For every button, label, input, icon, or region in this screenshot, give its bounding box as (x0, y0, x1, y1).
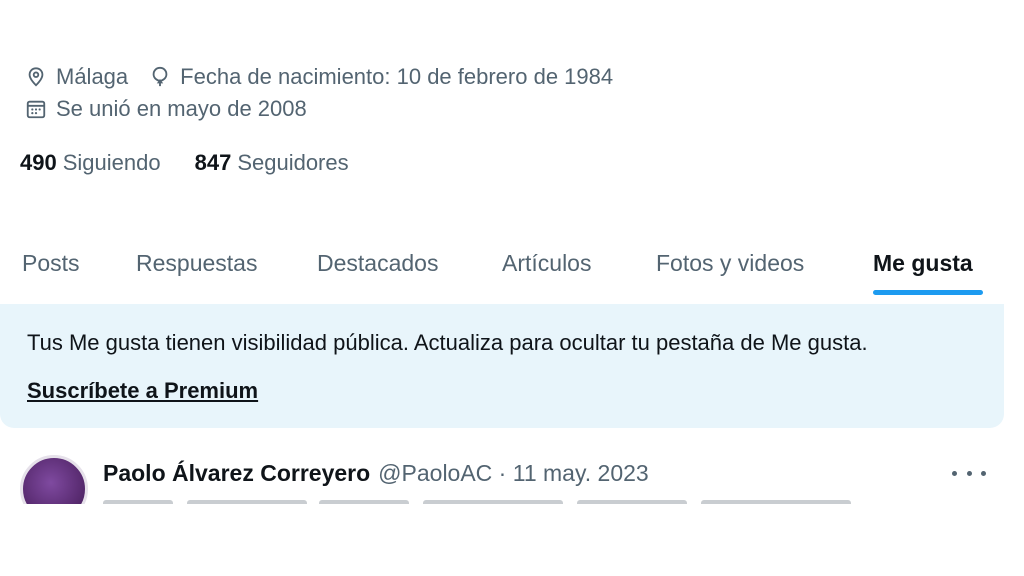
tab-destacados[interactable]: Destacados (317, 228, 438, 298)
tab-me-gusta[interactable]: Me gusta (873, 228, 973, 298)
tweet-handle-date: @PaoloAC · 11 may. 2023 (378, 460, 649, 486)
tab-fotos-y-videos[interactable]: Fotos y videos (656, 228, 804, 298)
avatar[interactable] (20, 455, 88, 504)
following-link[interactable]: 490 Siguiendo (20, 150, 161, 176)
joined-row: Se unió en mayo de 2008 (24, 96, 307, 122)
joined-text: Se unió en mayo de 2008 (56, 96, 307, 121)
location-text: Málaga (56, 64, 129, 89)
following-label: Siguiendo (62, 150, 161, 175)
following-count: 490 (20, 150, 57, 175)
followers-count: 847 (194, 150, 232, 175)
tab-articulos[interactable]: Artículos (502, 228, 591, 298)
tab-posts[interactable]: Posts (22, 228, 80, 298)
tweet-header: Paolo Álvarez Correyero @PaoloAC · 11 ma… (103, 460, 649, 487)
followers-link[interactable]: 847 Seguidores (195, 150, 349, 176)
profile-page: Málaga Fecha de nacimiento: 10 de febrer… (0, 0, 1004, 504)
location-pin-icon (24, 65, 48, 89)
balloon-icon (148, 65, 172, 89)
tweet-text-clipped (103, 494, 903, 504)
follow-counts: 490 Siguiendo 847 Seguidores (20, 150, 383, 176)
likes-visibility-notice: Tus Me gusta tienen visibilidad pública.… (0, 304, 1004, 428)
tab-respuestas[interactable]: Respuestas (136, 228, 257, 298)
profile-tabs: Posts Respuestas Destacados Artículos Fo… (0, 228, 1004, 298)
followers-label: Seguidores (237, 150, 349, 175)
subscribe-premium-link[interactable]: Suscríbete a Premium (27, 378, 258, 404)
profile-meta-row: Málaga Fecha de nacimiento: 10 de febrer… (24, 64, 633, 90)
more-horizontal-icon[interactable] (952, 460, 986, 486)
birthdate-text: Fecha de nacimiento: 10 de febrero de 19… (180, 64, 614, 89)
calendar-icon (24, 97, 48, 121)
active-tab-indicator (873, 290, 983, 295)
notice-message: Tus Me gusta tienen visibilidad pública.… (27, 330, 868, 355)
tweet-author-name[interactable]: Paolo Álvarez Correyero (103, 460, 370, 487)
